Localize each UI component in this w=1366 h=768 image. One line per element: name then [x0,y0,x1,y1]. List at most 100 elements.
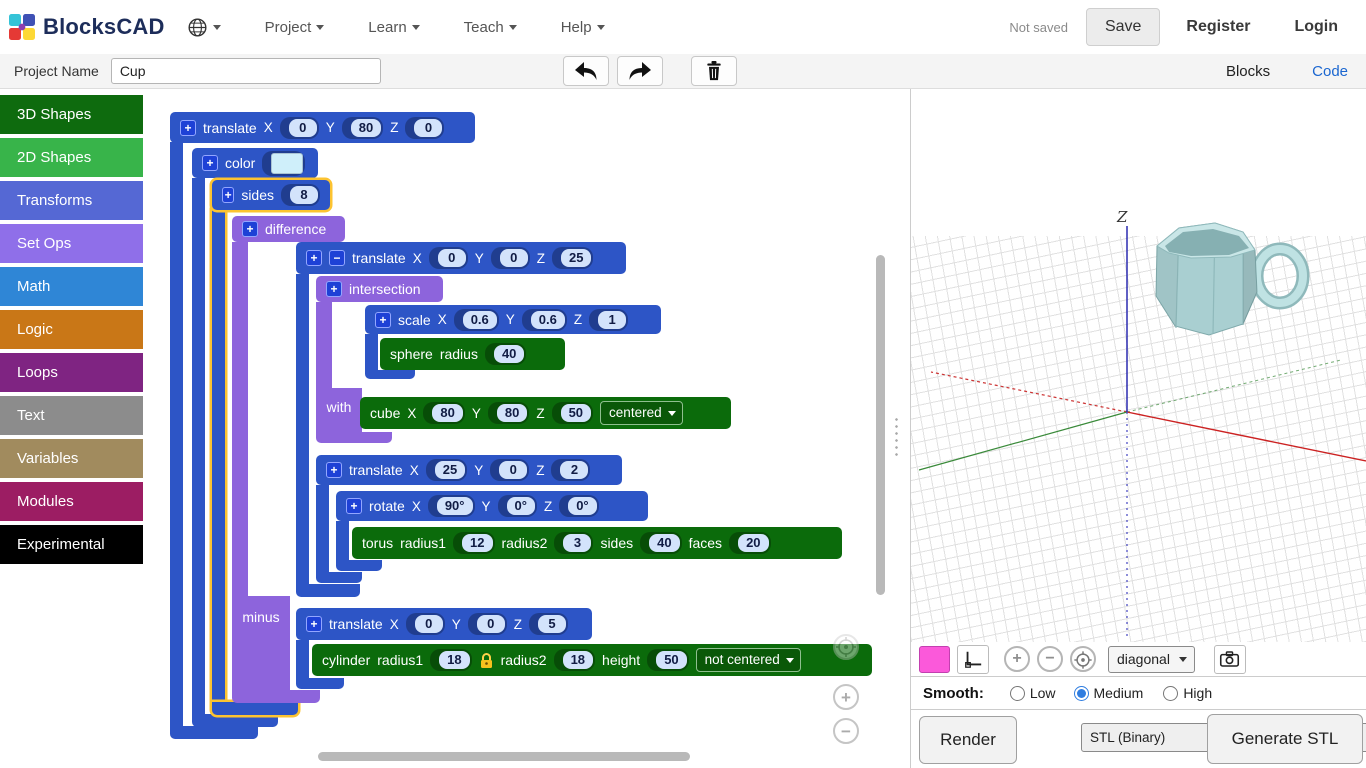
plus-icon[interactable]: + [222,187,234,203]
z-field[interactable]: 5 [538,615,566,633]
z-field[interactable]: 2 [560,461,588,479]
rotate-block[interactable]: + rotate X 90° Y 0° Z 0° [336,491,648,521]
sidebar-item-experimental[interactable]: Experimental [0,525,143,564]
sides-field[interactable]: 8 [290,186,318,204]
smooth-medium-radio[interactable] [1074,686,1089,701]
y-field[interactable]: 0 [477,615,505,633]
translate-block[interactable]: + translate X 0 Y 80 Z 0 [170,112,475,143]
x-field[interactable]: 25 [435,461,465,479]
height-field[interactable]: 50 [656,651,686,669]
reset-view-button[interactable] [1070,646,1096,672]
difference-block[interactable]: + difference [232,216,345,242]
sidebar-item-text[interactable]: Text [0,396,143,435]
radius2-field[interactable]: 18 [563,651,593,669]
sidebar-item-logic[interactable]: Logic [0,310,143,349]
plus-icon[interactable]: + [242,221,258,237]
undo-button[interactable] [563,56,609,86]
plus-icon[interactable]: + [306,616,322,632]
panel-resize-handle[interactable] [893,416,900,456]
lock-icon[interactable] [479,652,494,669]
sides-field[interactable]: 40 [649,534,679,552]
scale-block[interactable]: + scale X 0.6 Y 0.6 Z 1 [365,305,661,334]
radius-field[interactable]: 40 [494,345,524,363]
minus-icon[interactable]: − [329,250,345,266]
edge-color-swatch[interactable] [919,646,950,673]
radius2-field[interactable]: 3 [563,534,591,552]
x-field[interactable]: 80 [432,404,462,422]
translate-mid-block[interactable]: + − translate X 0 Y 0 Z 25 [296,242,626,274]
z-field[interactable]: 0 [414,119,442,137]
z-field[interactable]: 0° [568,497,596,515]
y-field[interactable]: 80 [497,404,527,422]
blockscad-logo[interactable]: BlocksCAD [8,13,165,41]
tab-code[interactable]: Code [1312,63,1348,80]
translate-bottom-block[interactable]: + translate X 0 Y 0 Z 5 [296,608,592,640]
project-name-input[interactable] [111,58,381,84]
blockly-workspace[interactable]: minus with + translate X 0 Y 80 Z 0 + co… [143,88,910,768]
generate-stl-button[interactable]: Generate STL [1207,714,1363,764]
smooth-low-radio[interactable] [1010,686,1025,701]
plus-icon[interactable]: + [202,155,218,171]
translate-ring-block[interactable]: + translate X 25 Y 0 Z 2 [316,455,622,485]
login-link[interactable]: Login [1294,18,1338,36]
z-field[interactable]: 50 [561,404,591,422]
smooth-medium-option[interactable]: Medium [1074,685,1144,701]
sidebar-item-set-ops[interactable]: Set Ops [0,224,143,263]
color-block[interactable]: + color [192,148,318,178]
smooth-high-radio[interactable] [1163,686,1178,701]
torus-block[interactable]: torus radius1 12 radius2 3 sides 40 face… [352,527,842,559]
delete-button[interactable] [691,56,737,86]
menu-teach[interactable]: Teach [464,19,517,36]
menu-project[interactable]: Project [265,19,325,36]
x-field[interactable]: 0 [289,119,317,137]
smooth-low-option[interactable]: Low [1010,685,1056,701]
centering-dropdown[interactable]: centered [600,401,683,425]
render-button[interactable]: Render [919,716,1017,764]
zoom-in-button[interactable]: + [1004,646,1030,672]
plus-icon[interactable]: + [326,281,342,297]
axes-toggle-button[interactable] [957,645,989,674]
color-swatch[interactable] [271,153,303,174]
radius1-field[interactable]: 12 [462,534,492,552]
cylinder-block[interactable]: cylinder radius1 18 radius2 18 height 50… [312,644,872,676]
center-view-button[interactable] [833,634,859,660]
sidebar-item-loops[interactable]: Loops [0,353,143,392]
plus-icon[interactable]: + [180,120,196,136]
zoom-out-button[interactable]: − [1037,646,1063,672]
x-field[interactable]: 0.6 [463,311,497,329]
y-field[interactable]: 0° [507,497,535,515]
plus-icon[interactable]: + [306,250,322,266]
screenshot-button[interactable] [1214,645,1246,674]
register-link[interactable]: Register [1186,18,1250,36]
x-field[interactable]: 0 [415,615,443,633]
view-preset-select[interactable]: diagonal [1108,646,1195,673]
x-field[interactable]: 90° [437,497,473,515]
save-button[interactable]: Save [1086,8,1160,46]
y-field[interactable]: 0 [499,461,527,479]
centering-dropdown[interactable]: not centered [696,648,801,672]
plus-icon[interactable]: + [375,312,391,328]
sidebar-item-transforms[interactable]: Transforms [0,181,143,220]
horizontal-scrollbar[interactable] [318,752,690,761]
sidebar-item-modules[interactable]: Modules [0,482,143,521]
radius1-field[interactable]: 18 [439,651,469,669]
sphere-block[interactable]: sphere radius 40 [380,338,565,370]
cube-block[interactable]: cube X 80 Y 80 Z 50 centered [360,397,731,429]
x-field[interactable]: 0 [438,249,466,267]
vertical-scrollbar[interactable] [876,255,885,595]
y-field[interactable]: 0 [500,249,528,267]
language-menu[interactable] [187,17,221,38]
tab-blocks[interactable]: Blocks [1226,63,1270,80]
viewport-3d[interactable]: Z [911,88,1366,642]
plus-icon[interactable]: + [326,462,342,478]
z-field[interactable]: 1 [598,311,626,329]
intersection-block[interactable]: + intersection [316,276,443,302]
faces-field[interactable]: 20 [738,534,768,552]
smooth-high-option[interactable]: High [1163,685,1212,701]
zoom-in-button[interactable]: + [833,684,859,710]
y-field[interactable]: 0.6 [531,311,565,329]
sidebar-item-math[interactable]: Math [0,267,143,306]
zoom-out-button[interactable]: − [833,718,859,744]
plus-icon[interactable]: + [346,498,362,514]
redo-button[interactable] [617,56,663,86]
